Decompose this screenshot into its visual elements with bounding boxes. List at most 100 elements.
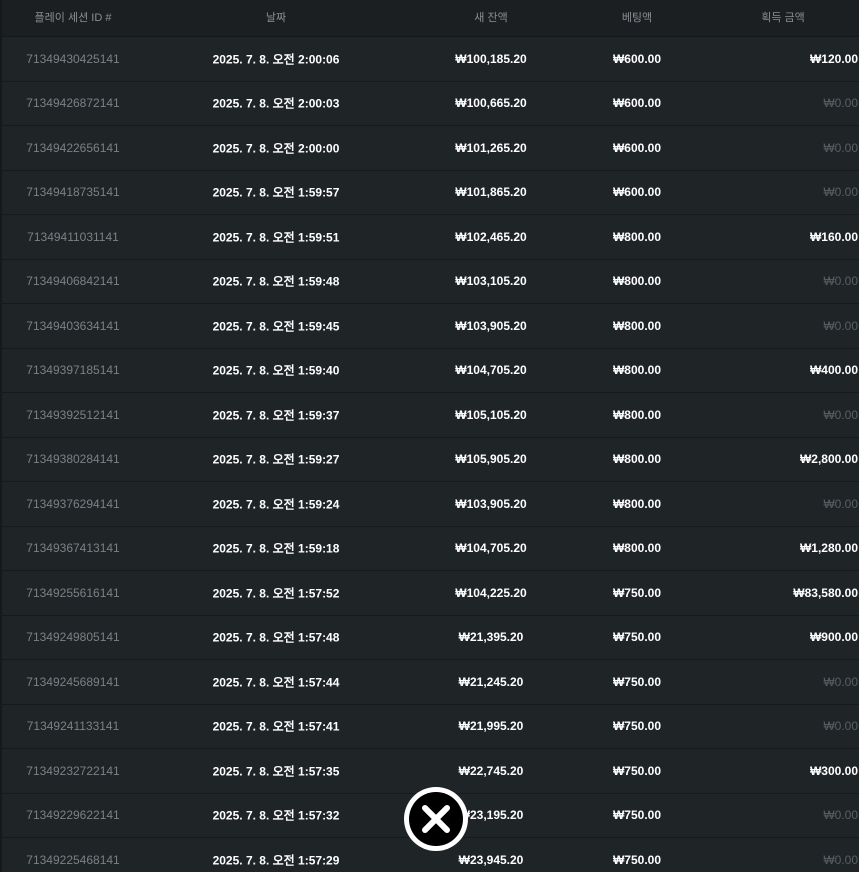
row-date: 2025. 7. 8. 오전 1:59:57 [212,185,340,200]
row-session-id: 71349229622141 [26,808,120,823]
row-session-id: 71349406842141 [26,274,120,289]
row-date: 2025. 7. 8. 오전 1:57:44 [212,675,340,690]
table-row[interactable]: 71349241133141 2025. 7. 8. 오전 1:57:41 ₩21,… [2,704,859,749]
row-new-balance: ₩21,245.20 [458,674,524,689]
row-win: ₩0.00 [823,496,858,511]
header-win: 획득 금액 [761,12,805,24]
header-date: 날짜 [265,12,287,24]
row-bet: ₩600.00 [612,140,662,155]
row-win: ₩83,580.00 [793,585,858,600]
row-date: 2025. 7. 8. 오전 1:59:40 [212,363,340,378]
row-date: 2025. 7. 8. 오전 2:00:00 [212,141,340,156]
row-new-balance: ₩104,705.20 [455,541,527,556]
row-bet: ₩800.00 [612,541,662,556]
row-session-id: 71349411031141 [27,229,119,244]
row-new-balance: ₩103,105.20 [455,274,527,289]
close-icon [422,805,450,833]
row-date: 2025. 7. 8. 오전 1:59:27 [212,452,340,467]
row-win: ₩0.00 [823,318,858,333]
row-new-balance: ₩23,195.20 [458,808,524,823]
row-bet: ₩750.00 [612,630,662,645]
row-date: 2025. 7. 8. 오전 1:59:51 [212,230,340,245]
row-session-id: 71349255616141 [26,585,120,600]
row-win: ₩2,800.00 [799,452,858,467]
row-session-id: 71349397185141 [26,363,120,378]
row-bet: ₩750.00 [612,763,662,778]
row-session-id: 71349249805141 [26,630,120,645]
table-row[interactable]: 71349367413141 2025. 7. 8. 오전 1:59:18 ₩104… [2,526,859,571]
table-row[interactable]: 71349392512141 2025. 7. 8. 오전 1:59:37 ₩105… [2,393,859,438]
row-new-balance: ₩104,705.20 [455,363,527,378]
row-date: 2025. 7. 8. 오전 1:57:29 [212,853,340,868]
row-session-id: 71349232722141 [26,763,120,778]
header-bet: 베팅액 [621,12,653,24]
row-win: ₩160.00 [809,229,858,244]
row-new-balance: ₩23,945.20 [458,852,524,867]
row-date: 2025. 7. 8. 오전 1:59:24 [212,497,340,512]
row-session-id: 71349376294141 [26,496,120,511]
row-win: ₩120.00 [809,51,858,66]
row-session-id: 71349245689141 [26,674,120,689]
table-row[interactable]: 71349376294141 2025. 7. 8. 오전 1:59:24 ₩103… [2,482,859,527]
row-session-id: 71349380284141 [26,452,120,467]
row-bet: ₩800.00 [612,274,662,289]
table-row[interactable]: 71349245689141 2025. 7. 8. 오전 1:57:44 ₩21,… [2,660,859,705]
row-bet: ₩800.00 [612,318,662,333]
table-row[interactable]: 71349403634141 2025. 7. 8. 오전 1:59:45 ₩103… [2,304,859,349]
row-win: ₩0.00 [823,185,858,200]
row-session-id: 71349392512141 [26,407,120,422]
row-new-balance: ₩105,105.20 [455,407,527,422]
row-bet: ₩750.00 [612,808,662,823]
row-date: 2025. 7. 8. 오전 1:59:18 [212,541,340,556]
row-new-balance: ₩102,465.20 [455,229,527,244]
row-win: ₩300.00 [809,763,858,778]
row-win: ₩0.00 [823,719,858,734]
row-session-id: 71349225468141 [26,852,120,867]
table-row[interactable]: 71349430425141 2025. 7. 8. 오전 2:00:06 ₩100… [2,37,859,82]
row-session-id: 71349367413141 [26,541,120,556]
row-win: ₩0.00 [823,808,858,823]
row-session-id: 71349430425141 [26,51,120,66]
row-new-balance: ₩100,185.20 [455,51,527,66]
row-bet: ₩750.00 [612,585,662,600]
row-win: ₩900.00 [809,630,858,645]
table-row[interactable]: 71349411031141 2025. 7. 8. 오전 1:59:51 ₩102… [2,215,859,260]
row-new-balance: ₩100,665.20 [455,96,527,111]
table-row[interactable]: 71349397185141 2025. 7. 8. 오전 1:59:40 ₩104… [2,348,859,393]
row-bet: ₩800.00 [612,452,662,467]
header-session-id: 플레이 세션 ID # [34,12,112,24]
row-session-id: 71349426872141 [26,96,120,111]
table-row[interactable]: 71349418735141 2025. 7. 8. 오전 1:59:57 ₩101… [2,170,859,215]
table-row[interactable]: 71349249805141 2025. 7. 8. 오전 1:57:48 ₩21,… [2,615,859,660]
row-win: ₩0.00 [823,274,858,289]
close-button[interactable] [404,787,468,851]
row-win: ₩0.00 [823,140,858,155]
table-row[interactable]: 71349380284141 2025. 7. 8. 오전 1:59:27 ₩105… [2,437,859,482]
row-date: 2025. 7. 8. 오전 2:00:06 [212,52,340,67]
row-date: 2025. 7. 8. 오전 1:59:37 [212,408,340,423]
row-new-balance: ₩105,905.20 [455,452,527,467]
row-win: ₩0.00 [823,96,858,111]
row-new-balance: ₩103,905.20 [455,318,527,333]
row-date: 2025. 7. 8. 오전 1:57:48 [212,630,340,645]
table-row[interactable]: 71349422656141 2025. 7. 8. 오전 2:00:00 ₩101… [2,126,859,171]
row-bet: ₩600.00 [612,96,662,111]
table-header: 플레이 세션 ID # 날짜 새 잔액 베팅액 획득 금액 [2,0,859,37]
row-new-balance: ₩21,395.20 [458,630,524,645]
row-date: 2025. 7. 8. 오전 1:57:41 [212,719,340,734]
row-session-id: 71349418735141 [26,185,120,200]
table-row[interactable]: 71349426872141 2025. 7. 8. 오전 2:00:03 ₩100… [2,81,859,126]
row-new-balance: ₩104,225.20 [455,585,527,600]
header-new-balance: 새 잔액 [474,12,508,24]
table-body: 71349430425141 2025. 7. 8. 오전 2:00:06 ₩100… [2,37,859,872]
table-row[interactable]: 71349255616141 2025. 7. 8. 오전 1:57:52 ₩104… [2,571,859,616]
row-bet: ₩600.00 [612,185,662,200]
row-date: 2025. 7. 8. 오전 2:00:03 [212,96,340,111]
row-bet: ₩800.00 [612,496,662,511]
row-bet: ₩800.00 [612,363,662,378]
row-session-id: 71349403634141 [26,318,120,333]
table-row[interactable]: 71349406842141 2025. 7. 8. 오전 1:59:48 ₩103… [2,259,859,304]
row-new-balance: ₩103,905.20 [455,496,527,511]
row-date: 2025. 7. 8. 오전 1:59:48 [212,274,340,289]
row-new-balance: ₩22,745.20 [458,763,524,778]
